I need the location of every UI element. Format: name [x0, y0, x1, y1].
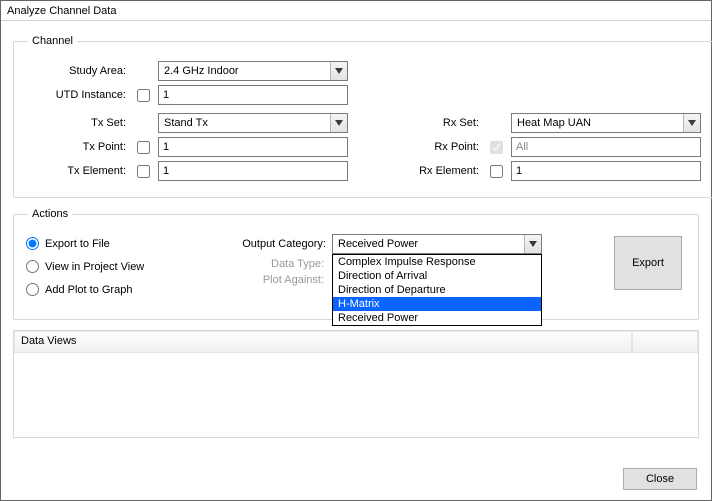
- study-area-label: Study Area:: [26, 65, 128, 77]
- channel-group: Channel Study Area: 2.4 GHz Indoor UTD I…: [13, 35, 712, 198]
- chevron-down-icon: [683, 114, 700, 132]
- rx-element-label: Rx Element:: [396, 165, 481, 177]
- rx-set-label: Rx Set:: [396, 117, 481, 129]
- study-area-value: 2.4 GHz Indoor: [164, 65, 239, 77]
- view-in-project-label: View in Project View: [45, 261, 144, 273]
- tx-element-checkbox[interactable]: [137, 165, 150, 178]
- dialog-footer: Close: [623, 468, 697, 490]
- tx-set-label: Tx Set:: [26, 117, 128, 129]
- actions-options: Output Category: Received Power Data Typ…: [214, 230, 584, 290]
- output-category-select[interactable]: Received Power: [332, 234, 542, 254]
- actions-legend: Actions: [28, 208, 72, 220]
- tx-element-label: Tx Element:: [26, 165, 128, 177]
- rx-point-input: [511, 137, 701, 157]
- chevron-down-icon: [524, 235, 541, 253]
- export-button[interactable]: Export: [614, 236, 682, 290]
- view-in-project-radio[interactable]: [26, 260, 39, 273]
- export-to-file-radio[interactable]: [26, 237, 39, 250]
- output-category-label: Output Category:: [214, 238, 326, 250]
- analyze-channel-data-window: Analyze Channel Data Channel Study Area:…: [0, 0, 712, 501]
- actions-radio-group: Export to File View in Project View Add …: [26, 230, 196, 301]
- data-type-label: Data Type:: [214, 258, 326, 270]
- output-category-option[interactable]: Received Power: [333, 311, 541, 325]
- plot-against-label: Plot Against:: [214, 274, 326, 286]
- tx-element-input[interactable]: [158, 161, 348, 181]
- data-views-header-row: Data Views: [14, 331, 698, 353]
- rx-set-value: Heat Map UAN: [517, 117, 591, 129]
- output-category-option[interactable]: Direction of Departure: [333, 283, 541, 297]
- close-button[interactable]: Close: [623, 468, 697, 490]
- chevron-down-icon: [330, 62, 347, 80]
- tx-point-input[interactable]: [158, 137, 348, 157]
- data-views-body[interactable]: [14, 353, 698, 437]
- utd-instance-checkbox[interactable]: [137, 89, 150, 102]
- rx-element-input[interactable]: [511, 161, 701, 181]
- output-category-option[interactable]: Complex Impulse Response: [333, 255, 541, 269]
- tx-point-checkbox[interactable]: [137, 141, 150, 154]
- chevron-down-icon: [330, 114, 347, 132]
- titlebar: Analyze Channel Data: [1, 1, 711, 21]
- study-area-select[interactable]: 2.4 GHz Indoor: [158, 61, 348, 81]
- rx-element-checkbox[interactable]: [490, 165, 503, 178]
- export-to-file-label: Export to File: [45, 238, 110, 250]
- data-views-panel: Data Views: [13, 330, 699, 438]
- window-title: Analyze Channel Data: [7, 5, 116, 17]
- rx-point-label: Rx Point:: [396, 141, 481, 153]
- window-content: Channel Study Area: 2.4 GHz Indoor UTD I…: [1, 21, 711, 448]
- data-views-header: Data Views: [14, 331, 632, 353]
- output-category-dropdown-list[interactable]: Complex Impulse ResponseDirection of Arr…: [332, 254, 542, 326]
- rx-point-checkbox: [490, 141, 503, 154]
- channel-legend: Channel: [28, 35, 77, 47]
- close-button-label: Close: [646, 473, 674, 485]
- tx-set-value: Stand Tx: [164, 117, 208, 129]
- utd-instance-label: UTD Instance:: [26, 89, 128, 101]
- tx-set-select[interactable]: Stand Tx: [158, 113, 348, 133]
- add-plot-to-graph-radio[interactable]: [26, 283, 39, 296]
- data-views-header-spacer: [632, 331, 698, 353]
- export-button-label: Export: [632, 257, 664, 269]
- utd-instance-input[interactable]: [158, 85, 348, 105]
- add-plot-to-graph-label: Add Plot to Graph: [45, 284, 132, 296]
- output-category-option[interactable]: H-Matrix: [333, 297, 541, 311]
- actions-group: Actions Export to File View in Project V…: [13, 208, 699, 320]
- output-category-option[interactable]: Direction of Arrival: [333, 269, 541, 283]
- rx-set-select[interactable]: Heat Map UAN: [511, 113, 701, 133]
- output-category-value: Received Power: [338, 238, 418, 250]
- tx-point-label: Tx Point:: [26, 141, 128, 153]
